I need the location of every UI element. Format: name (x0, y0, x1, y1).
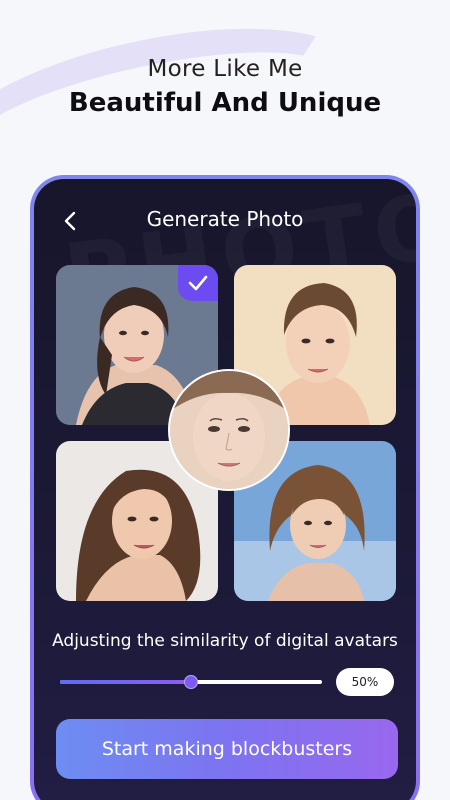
phone-frame: PHOTO Generate Photo (30, 175, 420, 800)
reference-face-image (170, 371, 288, 489)
slider-thumb[interactable] (184, 675, 198, 689)
top-bar: Generate Photo (34, 205, 416, 235)
start-making-button[interactable]: Start making blockbusters (56, 719, 398, 779)
selected-badge (178, 265, 218, 301)
similarity-slider[interactable] (60, 674, 322, 690)
similarity-label: Adjusting the similarity of digital avat… (52, 631, 398, 651)
headline-subtitle: More Like Me (147, 56, 303, 82)
app-screen: PHOTO Generate Photo (34, 179, 416, 800)
similarity-value-badge: 50% (336, 668, 394, 696)
slider-fill (60, 680, 191, 684)
headline-title: Beautiful And Unique (68, 88, 382, 118)
photo-grid (56, 265, 398, 601)
checkmark-icon (188, 275, 208, 291)
headline: More Like Me Beautiful And Unique (0, 56, 450, 118)
reference-face (168, 369, 290, 491)
screen-title: Generate Photo (146, 207, 304, 231)
